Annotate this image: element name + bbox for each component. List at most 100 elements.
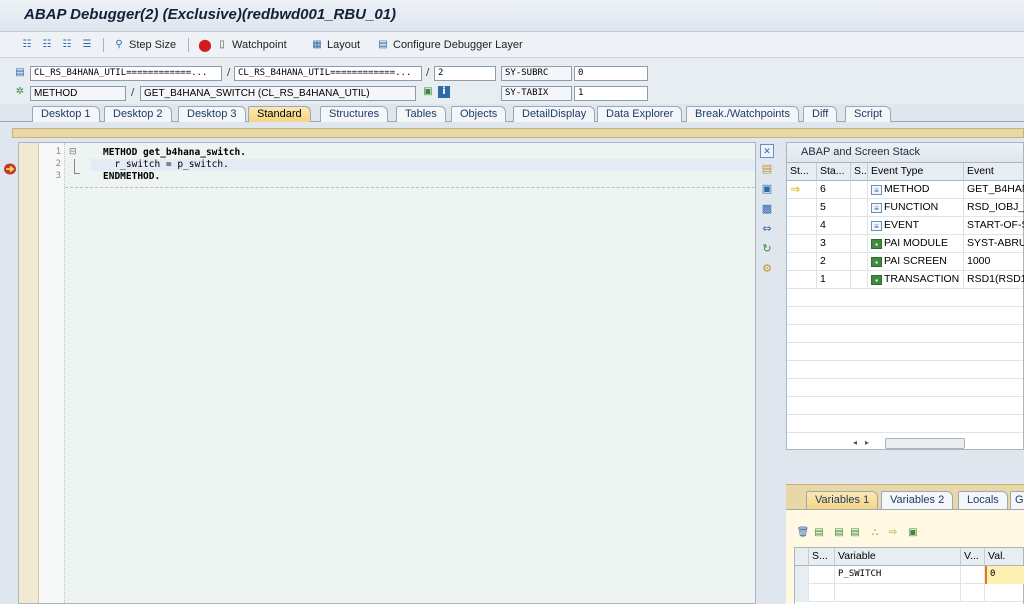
collapse-icon[interactable]: ⊟ [69,147,77,157]
col-header[interactable]: S... [809,548,835,566]
table-row[interactable]: 5 ≡FUNCTION RSD_IOBJ_M [787,199,1024,217]
event-name: SYST-ABRUN [964,235,1024,253]
info-icon[interactable]: i [438,86,450,98]
refresh-icon[interactable]: ↻ [760,242,774,256]
table-row[interactable]: ⇒ 6 ≡ METHOD GET_B4HAN [787,181,1024,199]
empty-row [787,361,1023,379]
replace-tool-icon[interactable]: ▣ [760,182,774,196]
tab-variables-2[interactable]: Variables 2 [881,491,954,509]
settings-icon[interactable]: ▣ [906,527,920,539]
tab-globals[interactable]: G [1010,491,1024,509]
stack-level: 5 [817,199,851,217]
navigate-icon[interactable]: ▣ [422,86,434,98]
indicator-cell [787,253,817,271]
program-field[interactable]: CL_RS_B4HANA_UTIL============... [30,66,222,81]
status-cell [851,217,868,235]
event-name: 1000 [964,253,1024,271]
step-size-label: Step Size [129,39,177,51]
tab-standard[interactable]: Standard [248,106,311,122]
return-button[interactable]: ☷ [60,36,74,54]
append-row-icon[interactable]: ▤ [832,527,846,539]
event-type-cell: ≡ EVENT [868,217,964,235]
breakpoint-gutter[interactable] [19,143,39,603]
configure-layer-button[interactable]: ▤ Configure Debugger Layer [376,36,522,54]
tab-break-watchpoints[interactable]: Break./Watchpoints [686,106,799,122]
empty-row [795,584,1023,602]
table-row[interactable]: 3 ▪PAI MODULE SYST-ABRUN [787,235,1024,253]
table-row[interactable]: 2 ▪ PAI SCREEN 1000 [787,253,1023,271]
line-field[interactable]: 2 [434,66,496,81]
insert-row-icon[interactable]: ▤ [812,527,826,539]
export-icon[interactable]: ⇨ [886,527,900,539]
delete-row-icon[interactable]: ▤ [848,527,862,539]
tab-structures[interactable]: Structures [320,106,389,122]
variables-table: S... Variable V... Val. P_SWITCH 0 [794,547,1024,604]
code-end-line [65,187,755,188]
tab-tables[interactable]: Tables [396,106,446,122]
configure-icon: ▤ [378,39,388,50]
row-selector[interactable] [795,566,809,584]
fullscreen-icon[interactable]: ▩ [760,202,774,216]
col-header[interactable]: Val. [985,548,1024,566]
tab-detail-display[interactable]: DetailDisplay [513,106,596,122]
source-editor[interactable]: 1 2 3 ⊟ METHOD get_b4hana_switch. r_swit… [18,142,756,604]
variable-name[interactable]: P_SWITCH [835,566,961,584]
col-header[interactable]: Event [964,163,1024,181]
col-header[interactable]: St... [787,163,817,181]
col-header[interactable]: V... [961,548,985,566]
scroll-left-icon[interactable]: ◂ [853,438,857,447]
stack-level: 3 [817,235,851,253]
source-icon: ≡ [871,221,882,231]
tab-variables-1[interactable]: Variables 1 [806,491,879,509]
return-icon: ☷ [62,39,72,50]
tab-desktop-3[interactable]: Desktop 3 [178,106,246,122]
window-title: ABAP Debugger(2) (Exclusive)(redbwd001_R… [24,6,397,23]
col-header[interactable]: S.. [851,163,868,181]
layout-button[interactable]: ▦ Layout [310,36,360,54]
separator: / [426,67,430,78]
event-type: PAI SCREEN [884,255,947,267]
scroll-right-icon[interactable]: ▸ [865,438,869,447]
close-tool-icon[interactable]: ✕ [760,144,774,158]
single-step-button[interactable]: ☷ [20,36,34,54]
layout-label: Layout [327,39,361,51]
table-row[interactable]: 1 ▪ TRANSACTION RSD1(RSD1) [787,271,1024,289]
step-size-button[interactable]: ⚲ Step Size [112,36,176,54]
variable-value[interactable] [985,584,1024,602]
variable-value[interactable]: 0 [985,566,1024,584]
tab-data-explorer[interactable]: Data Explorer [597,106,683,122]
tab-objects[interactable]: Objects [451,106,507,122]
row-selector[interactable] [795,584,809,602]
single-step-icon: ☷ [22,39,32,50]
subrc-value[interactable]: 0 [574,66,648,81]
new-tool-icon[interactable]: ▤ [760,162,774,176]
scroll-thumb[interactable] [885,438,965,449]
col-header[interactable]: Variable [835,548,961,566]
execute-button[interactable]: ☷ [40,36,54,54]
col-header [795,548,809,566]
table-row[interactable]: P_SWITCH 0 [795,566,1024,584]
tab-locals[interactable]: Locals [958,491,1008,509]
tab-diff[interactable]: Diff [803,106,838,122]
continue-button[interactable]: ☰ [80,36,94,54]
event-field: GET_B4HANA_SWITCH (CL_RS_B4HANA_UTIL) [140,86,416,101]
horizontal-scrollbar[interactable]: ◂ ▸ [849,438,1024,450]
debugger-toolbar: ☷ ☷ ☷ ☰ ⚲ Step Size ⬤ ▯ Watchpoint ▦ Layou… [0,32,1024,58]
include-field[interactable]: CL_RS_B4HANA_UTIL============... [234,66,422,81]
event-name: START-OF-S [964,217,1024,235]
tab-desktop-1[interactable]: Desktop 1 [32,106,100,122]
screen-icon: ▪ [871,257,882,267]
variable-name[interactable] [835,584,961,602]
empty-row [787,307,1023,325]
tab-desktop-2[interactable]: Desktop 2 [104,106,172,122]
watchpoint-button[interactable]: ⬤ ▯ Watchpoint [198,36,286,54]
col-header[interactable]: Event Type [868,163,964,181]
hierarchy-icon[interactable]: ⛬ [868,527,882,539]
tab-script[interactable]: Script [845,106,892,122]
col-header[interactable]: Sta... [817,163,851,181]
delete-icon[interactable]: 🗑 [796,527,810,539]
table-row[interactable]: 4 ≡ EVENT START-OF-S [787,217,1024,235]
swap-icon[interactable]: ⇔ [760,222,774,236]
tabix-value[interactable]: 1 [574,86,648,101]
services-icon[interactable]: ⚙ [760,262,774,276]
